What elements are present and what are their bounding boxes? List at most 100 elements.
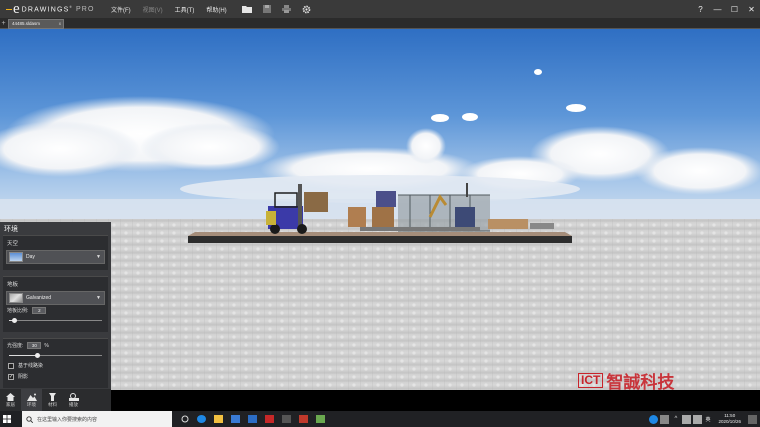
store-icon[interactable] <box>227 411 244 427</box>
people-icon[interactable] <box>660 414 670 424</box>
watermark-text: 智誠科技 <box>606 373 675 392</box>
chevron-down-icon: ▼ <box>96 295 101 301</box>
floor <box>0 219 760 390</box>
slider-track <box>9 320 102 321</box>
menu-help[interactable]: 帮助(H) <box>200 5 232 14</box>
checkbox-box[interactable]: ✓ <box>8 373 14 380</box>
settings-gear-icon[interactable] <box>297 0 317 18</box>
volume-icon[interactable] <box>693 414 703 424</box>
app-logo: e DRAWINGS® PRO <box>0 0 105 18</box>
tab-environment[interactable]: 环境 <box>21 389 42 411</box>
document-tab-close-icon[interactable]: x <box>59 20 61 28</box>
tab-playback-label: 播放 <box>69 401 78 407</box>
light-intensity-slider[interactable] <box>9 352 102 359</box>
document-tab[interactable]: 44485.sldasm x <box>8 19 64 29</box>
title-bar: e DRAWINGS® PRO 文件(F) 视图(V) 工具(T) 帮助(H) ?… <box>0 0 760 18</box>
sky-dropdown[interactable]: Day ▼ <box>6 250 105 264</box>
save-icon[interactable] <box>257 0 277 18</box>
landscape-icon <box>26 393 37 401</box>
checkbox-shadows[interactable]: ✓ 阴影 <box>3 371 108 382</box>
tab-playback[interactable]: 播放 <box>63 389 84 411</box>
slider-knob[interactable] <box>34 353 40 358</box>
maximize-button[interactable]: ☐ <box>726 0 743 18</box>
sky-label: 天空 <box>7 241 19 247</box>
light-intensity-unit: % <box>44 342 49 349</box>
minimize-button[interactable]: — <box>709 0 726 18</box>
menu-bar: 文件(F) 视图(V) 工具(T) 帮助(H) <box>105 0 233 18</box>
floor-scale-label: 地板比例: <box>7 308 29 314</box>
menu-tools[interactable]: 工具(T) <box>169 5 201 14</box>
floor-scale-slider[interactable] <box>9 317 102 324</box>
home-icon <box>6 392 15 401</box>
file-explorer-icon[interactable] <box>210 411 227 427</box>
light-intensity-row: 光强度: 30 % <box>3 339 108 351</box>
network-icon[interactable] <box>682 414 692 424</box>
floor-scale-input[interactable]: 2 <box>32 307 47 314</box>
slider-fill <box>9 355 37 356</box>
slider-knob[interactable] <box>11 318 17 323</box>
solidworks-icon[interactable] <box>295 411 312 427</box>
tab-materials-label: 材料 <box>48 401 57 407</box>
floor-scale-row: 地板比例: 2 <box>3 305 108 316</box>
folder-open-icon[interactable] <box>237 0 257 18</box>
logo-name: DRAWINGS <box>21 6 70 14</box>
taskbar-clock[interactable]: 11:50 2020/10/26 <box>712 413 747 425</box>
print-icon[interactable] <box>277 0 297 18</box>
taskbar-search-placeholder: 在这里输入你要搜索的内容 <box>37 416 98 423</box>
floor-value: Galvanized <box>26 295 52 301</box>
help-button[interactable]: ? <box>692 0 709 18</box>
help-tray-icon[interactable] <box>649 414 659 424</box>
chevron-down-icon: ▼ <box>96 254 101 260</box>
quick-toolbar <box>237 0 317 18</box>
search-icon <box>26 415 33 423</box>
logo-suffix: PRO <box>75 6 95 14</box>
close-button[interactable]: ✕ <box>743 0 760 18</box>
checkbox-box[interactable] <box>8 362 14 369</box>
notifications-icon[interactable] <box>748 414 757 424</box>
environment-panel: 环境 天空 Day ▼ 地板 Galvanized ▼ 地板比例: 2 光强度:… <box>0 222 111 389</box>
ime-indicator[interactable]: 英 <box>703 416 712 423</box>
checkbox-label: 阴影 <box>18 374 29 380</box>
tab-materials[interactable]: 材料 <box>42 389 63 411</box>
lighting-section: 光强度: 30 % 基于线路染 ✓ 阴影 <box>3 338 108 388</box>
windows-start-icon[interactable] <box>0 411 14 427</box>
floor-dropdown[interactable]: Galvanized ▼ <box>6 291 105 305</box>
sky-section: 天空 Day ▼ <box>3 235 108 270</box>
paint-bucket-icon <box>49 392 56 401</box>
panel-title: 环境 <box>4 226 18 233</box>
light-intensity-label: 光强度: <box>7 343 24 349</box>
os-taskbar: 在这里输入你要搜索的内容 ^ 英 11:50 2020/10/26 <box>0 411 760 427</box>
floor-section: 地板 Galvanized ▼ 地板比例: 2 <box>3 276 108 332</box>
checkbox-line-render[interactable]: 基于线路染 <box>3 360 108 371</box>
logo-mark: e <box>6 1 20 17</box>
watermark: ICT 智誠科技 <box>578 368 674 393</box>
tab-home-label: 家居 <box>6 401 15 407</box>
tab-home[interactable]: 家居 <box>0 389 21 411</box>
floor-label: 地板 <box>7 282 19 288</box>
chevron-up-icon[interactable]: ^ <box>671 415 680 424</box>
document-tab-strip: + 44485.sldasm x <box>0 18 760 29</box>
sky-value: Day <box>26 254 35 260</box>
light-intensity-input[interactable]: 30 <box>27 342 42 349</box>
app-dark-icon[interactable] <box>278 411 295 427</box>
camera-settings-icon <box>68 392 79 401</box>
3d-viewport[interactable] <box>0 29 760 390</box>
task-view-icon[interactable] <box>176 411 193 427</box>
floor-thumbnail <box>9 293 23 303</box>
mail-icon[interactable] <box>244 411 261 427</box>
tab-environment-label: 环境 <box>27 401 36 407</box>
logo-text: DRAWINGS® PRO <box>21 4 95 14</box>
taskbar-search-input[interactable]: 在这里输入你要搜索的内容 <box>22 411 172 427</box>
edge-browser-icon[interactable] <box>193 411 210 427</box>
clock-date: 2020/10/26 <box>718 419 741 424</box>
watermark-badge: ICT <box>578 373 604 388</box>
edrawings-taskbar-icon[interactable] <box>312 411 329 427</box>
new-tab-button[interactable]: + <box>0 19 7 28</box>
sky-thumbnail <box>9 252 23 262</box>
panel-tab-bar: 家居 环境 材料 播放 <box>0 389 111 411</box>
taskbar-pinned-apps <box>176 411 329 427</box>
document-tab-label: 44485.sldasm <box>12 21 41 26</box>
menu-file[interactable]: 文件(F) <box>105 5 137 14</box>
app-red-icon[interactable] <box>261 411 278 427</box>
menu-view[interactable]: 视图(V) <box>137 5 169 14</box>
